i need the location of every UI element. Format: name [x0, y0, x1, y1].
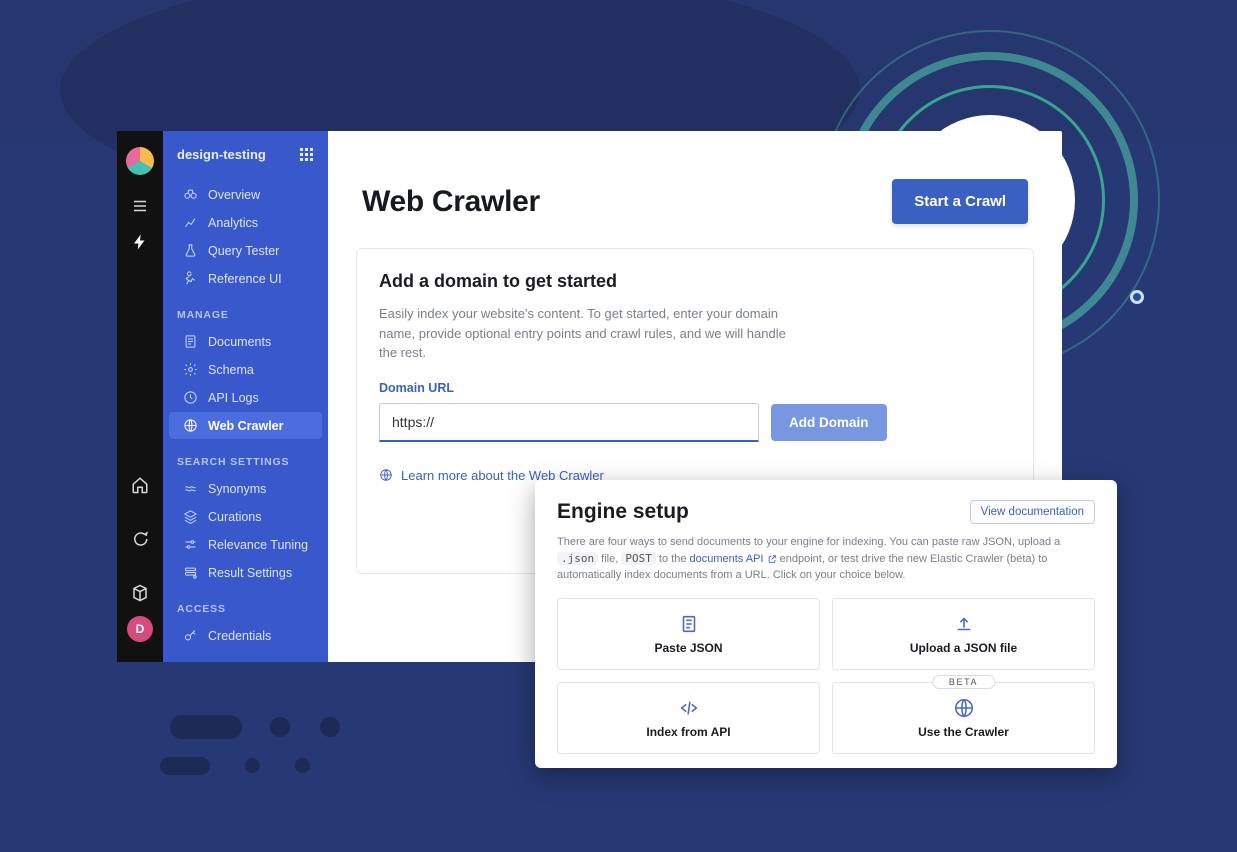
sidebar-item-label: Result Settings	[208, 566, 292, 580]
tile-index-api[interactable]: Index from API	[557, 682, 820, 754]
sidebar-item-result-settings[interactable]: Result Settings	[169, 559, 322, 586]
sidebar-item-label: Query Tester	[208, 244, 279, 258]
sidebar-section-manage: MANAGE	[163, 293, 328, 327]
sidebar-item-query-tester[interactable]: Query Tester	[169, 237, 322, 264]
globe-icon	[183, 418, 198, 433]
sidebar-item-label: API Logs	[208, 391, 259, 405]
paste-icon	[678, 613, 700, 635]
code-icon	[678, 697, 700, 719]
sliders-icon	[183, 537, 198, 552]
clock-icon	[183, 390, 198, 405]
gear-icon	[183, 362, 198, 377]
external-link-icon	[767, 554, 777, 564]
sidebar-item-web-crawler[interactable]: Web Crawler	[169, 412, 322, 439]
sidebar-item-documents[interactable]: Documents	[169, 328, 322, 355]
beta-badge: BETA	[932, 675, 995, 689]
sidebar-item-reference-ui[interactable]: Reference UI	[169, 265, 322, 292]
deco-dot	[320, 717, 340, 737]
sidebar-item-label: Analytics	[208, 216, 258, 230]
engine-setup-panel: Engine setup View documentation There ar…	[535, 480, 1117, 768]
tile-use-crawler[interactable]: BETA Use the Crawler	[832, 682, 1095, 754]
add-domain-button[interactable]: Add Domain	[771, 404, 887, 441]
tile-paste-json[interactable]: Paste JSON	[557, 598, 820, 670]
sidebar-item-label: Credentials	[208, 629, 271, 643]
sidebar-item-label: Documents	[208, 335, 271, 349]
sidebar-item-curations[interactable]: Curations	[169, 503, 322, 530]
sidebar: design-testing Overview Analytics Query …	[163, 131, 328, 662]
chart-icon	[183, 215, 198, 230]
binoculars-icon	[183, 187, 198, 202]
apps-grid-icon[interactable]	[300, 148, 314, 162]
code-json: .json	[557, 552, 598, 565]
code-post: POST	[621, 552, 656, 565]
sidebar-item-label: Relevance Tuning	[208, 538, 308, 552]
card-heading: Add a domain to get started	[379, 271, 1011, 292]
tile-upload-json[interactable]: Upload a JSON file	[832, 598, 1095, 670]
globe-icon	[953, 697, 975, 719]
chat-icon[interactable]	[131, 530, 149, 548]
card-description: Easily index your website's content. To …	[379, 304, 789, 363]
nav-rail: D	[117, 131, 163, 662]
deco-small-circle	[1130, 290, 1144, 304]
project-name: design-testing	[177, 147, 266, 162]
menu-icon[interactable]	[131, 197, 149, 215]
sidebar-item-relevance-tuning[interactable]: Relevance Tuning	[169, 531, 322, 558]
sidebar-item-label: Reference UI	[208, 272, 282, 286]
package-icon[interactable]	[131, 584, 149, 602]
start-crawl-button[interactable]: Start a Crawl	[892, 179, 1028, 224]
run-icon	[183, 271, 198, 286]
sidebar-section-access: ACCESS	[163, 587, 328, 621]
sidebar-item-label: Synonyms	[208, 482, 266, 496]
document-icon	[183, 334, 198, 349]
user-avatar[interactable]: D	[127, 616, 153, 642]
tile-label: Upload a JSON file	[910, 641, 1017, 655]
sidebar-item-synonyms[interactable]: Synonyms	[169, 475, 322, 502]
sidebar-item-label: Curations	[208, 510, 262, 524]
upload-icon	[953, 613, 975, 635]
deco-dot	[245, 758, 260, 773]
sidebar-item-credentials[interactable]: Credentials	[169, 622, 322, 649]
domain-url-input[interactable]	[379, 403, 759, 442]
key-icon	[183, 628, 198, 643]
deco-pill	[160, 757, 210, 775]
sidebar-item-label: Web Crawler	[208, 419, 284, 433]
approx-icon	[183, 481, 198, 496]
sidebar-item-schema[interactable]: Schema	[169, 356, 322, 383]
sidebar-item-overview[interactable]: Overview	[169, 181, 322, 208]
tile-label: Paste JSON	[654, 641, 722, 655]
sidebar-item-analytics[interactable]: Analytics	[169, 209, 322, 236]
view-documentation-button[interactable]: View documentation	[970, 500, 1095, 524]
deco-dot	[270, 717, 290, 737]
documents-api-link[interactable]: documents API	[690, 553, 764, 565]
sidebar-item-api-logs[interactable]: API Logs	[169, 384, 322, 411]
home-icon[interactable]	[131, 476, 149, 494]
sidebar-item-label: Schema	[208, 363, 254, 377]
engine-setup-description: There are four ways to send documents to…	[557, 534, 1095, 584]
deco-dot	[295, 758, 310, 773]
app-logo[interactable]	[126, 147, 154, 175]
domain-url-label: Domain URL	[379, 381, 1011, 395]
layers-icon	[183, 509, 198, 524]
deco-pill	[170, 715, 242, 739]
tile-label: Index from API	[646, 725, 730, 739]
engine-setup-heading: Engine setup	[557, 500, 689, 524]
sidebar-item-label: Overview	[208, 188, 260, 202]
globe-icon	[379, 468, 393, 482]
flask-icon	[183, 243, 198, 258]
list-settings-icon	[183, 565, 198, 580]
tile-label: Use the Crawler	[918, 725, 1009, 739]
lightning-icon[interactable]	[131, 233, 149, 251]
sidebar-section-search: SEARCH SETTINGS	[163, 440, 328, 474]
page-title: Web Crawler	[362, 185, 540, 219]
